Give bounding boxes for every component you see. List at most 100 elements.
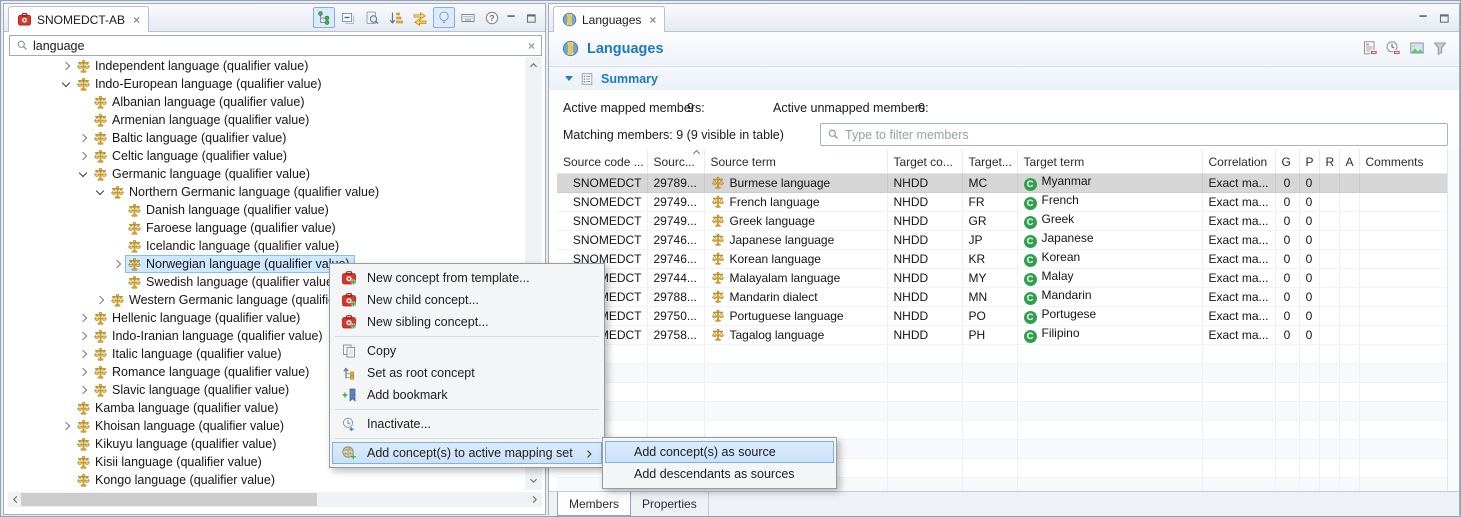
table-row[interactable]: SNOMEDCT 29789... Burmese language NHDD …	[557, 173, 1447, 192]
filter-button[interactable]	[1430, 38, 1450, 58]
table-row[interactable]: SNOMEDCT 29788... Mandarin dialect NHDD …	[557, 287, 1447, 306]
column-header[interactable]: Source code ...	[557, 149, 647, 173]
hierarchy-view-button[interactable]	[313, 7, 335, 28]
scroll-left-icon[interactable]	[10, 494, 21, 505]
close-icon[interactable]: ×	[649, 13, 656, 27]
help-button[interactable]	[481, 7, 503, 28]
expander-icon[interactable]	[76, 95, 91, 110]
column-header[interactable]: Target...	[962, 149, 1017, 173]
expander-icon[interactable]	[110, 221, 125, 236]
expander-icon[interactable]	[76, 329, 91, 344]
column-header[interactable]: Target co...	[887, 149, 962, 173]
column-header[interactable]: Correlation	[1202, 149, 1275, 173]
menu-item[interactable]: Set as root concept	[332, 362, 602, 384]
image-button[interactable]	[1407, 38, 1427, 58]
table-row[interactable]: SNOMEDCT 29749... Greek language NHDD GR…	[557, 211, 1447, 230]
expander-icon[interactable]	[76, 131, 91, 146]
table-row[interactable]: SNOMEDCT 29750... Portuguese language NH…	[557, 306, 1447, 325]
tree-item[interactable]: Baltic language (qualifier value)	[5, 129, 525, 147]
tab-languages[interactable]: Languages ×	[553, 6, 665, 32]
history-remove-button[interactable]	[1383, 38, 1403, 58]
tree-item-label-wrap[interactable]: Danish language (qualifier value)	[125, 201, 334, 219]
tree-item-label-wrap[interactable]: Kamba language (qualifier value)	[74, 399, 283, 417]
tree-item-label-wrap[interactable]: Baltic language (qualifier value)	[91, 129, 291, 147]
keyboard-button[interactable]	[457, 7, 479, 28]
tree-item-label-wrap[interactable]: Norwegian language (qualifier value)	[125, 255, 355, 273]
expander-icon[interactable]	[59, 473, 74, 488]
expander-icon[interactable]	[59, 401, 74, 416]
close-icon[interactable]: ×	[133, 13, 140, 27]
summary-section-header[interactable]: Summary	[549, 66, 1459, 90]
tree-item-label-wrap[interactable]: Indo-Iranian language (qualifier value)	[91, 327, 328, 345]
bottom-tab[interactable]: Members	[557, 492, 631, 516]
submenu-item[interactable]: Add descendants as sources	[605, 463, 834, 485]
column-header[interactable]: Comments	[1359, 149, 1447, 173]
maximize-button[interactable]	[1435, 9, 1453, 27]
expander-icon[interactable]	[110, 203, 125, 218]
column-header[interactable]: R	[1319, 149, 1339, 173]
tree-item[interactable]: Kongo language (qualifier value)	[5, 471, 525, 489]
tree-item-label-wrap[interactable]: Khoisan language (qualifier value)	[74, 417, 289, 435]
expander-icon[interactable]	[110, 239, 125, 254]
tree-item-label-wrap[interactable]: Independent language (qualifier value)	[74, 57, 313, 75]
tree-item[interactable]: Germanic language (qualifier value)	[5, 165, 525, 183]
tree-item-label-wrap[interactable]: Kisii language (qualifier value)	[74, 453, 267, 471]
tree-item-label-wrap[interactable]: Celtic language (qualifier value)	[91, 147, 292, 165]
tree-item-label-wrap[interactable]: Faroese language (qualifier value)	[125, 219, 341, 237]
tree-item[interactable]: Northern Germanic language (qualifier va…	[5, 183, 525, 201]
tree-item-label-wrap[interactable]: Germanic language (qualifier value)	[91, 165, 315, 183]
expander-icon[interactable]	[59, 437, 74, 452]
search-input[interactable]	[33, 39, 524, 53]
tree-item-label-wrap[interactable]: Icelandic language (qualifier value)	[125, 237, 344, 255]
column-header[interactable]: G	[1275, 149, 1299, 173]
tree-item-label-wrap[interactable]: Armenian language (qualifier value)	[91, 111, 314, 129]
tab-snomedct-ab[interactable]: SNOMEDCT-AB ×	[8, 6, 149, 32]
tree-item-label-wrap[interactable]: Italic language (qualifier value)	[91, 345, 287, 363]
tree-item-label-wrap[interactable]: Hellenic language (qualifier value)	[91, 309, 305, 327]
tree-item-label-wrap[interactable]: Romance language (qualifier value)	[91, 363, 314, 381]
table-row[interactable]: SNOMEDCT 29746... Japanese language NHDD…	[557, 230, 1447, 249]
expander-icon[interactable]	[76, 149, 91, 164]
expander-icon[interactable]	[76, 167, 91, 182]
menu-item[interactable]: Add bookmark	[332, 384, 602, 406]
column-header[interactable]: P	[1299, 149, 1319, 173]
menu-item[interactable]: Add concept(s) to active mapping set	[332, 442, 602, 464]
swap-direction-button[interactable]	[409, 7, 431, 28]
collapse-triangle-icon[interactable]	[565, 76, 573, 81]
scroll-up-icon[interactable]	[528, 60, 539, 71]
tree-item[interactable]: Icelandic language (qualifier value)	[5, 237, 525, 255]
tree-item-label-wrap[interactable]: Kikuyu language (qualifier value)	[74, 435, 281, 453]
tree-item[interactable]: Independent language (qualifier value)	[5, 57, 525, 75]
scroll-right-icon[interactable]	[529, 494, 540, 505]
expander-icon[interactable]	[76, 383, 91, 398]
minimize-button[interactable]	[1414, 9, 1432, 27]
sort-button[interactable]	[385, 7, 407, 28]
expander-icon[interactable]	[93, 185, 108, 200]
table-row[interactable]: SNOMEDCT 29744... Malayalam language NHD…	[557, 268, 1447, 287]
tree-item[interactable]: Danish language (qualifier value)	[5, 201, 525, 219]
submenu-item[interactable]: Add concept(s) as source	[605, 441, 834, 463]
expander-icon[interactable]	[93, 293, 108, 308]
scroll-down-icon[interactable]	[528, 475, 539, 486]
expander-icon[interactable]	[76, 113, 91, 128]
column-header[interactable]: Target term	[1017, 149, 1202, 173]
menu-item[interactable]: New child concept...	[332, 289, 602, 311]
expander-icon[interactable]	[59, 455, 74, 470]
lightbulb-button[interactable]	[433, 7, 455, 28]
bottom-tab[interactable]: Properties	[631, 492, 709, 516]
tree-item-label-wrap[interactable]: Kongo language (qualifier value)	[74, 471, 280, 489]
tree-item[interactable]: Language commonly spoken in Europe (qual…	[5, 489, 525, 490]
collapse-all-button[interactable]	[337, 7, 359, 28]
tree-horizontal-scrollbar[interactable]	[8, 492, 542, 507]
column-header[interactable]: A	[1339, 149, 1359, 173]
tree-item-label-wrap[interactable]: Albanian language (qualifier value)	[91, 93, 310, 111]
menu-item[interactable]: Copy	[332, 340, 602, 362]
table-row[interactable]: SNOMEDCT 29758... Tagalog language NHDD …	[557, 325, 1447, 344]
scrollbar-thumb[interactable]	[21, 493, 317, 506]
tree-item[interactable]: Indo-European language (qualifier value)	[5, 75, 525, 93]
expander-icon[interactable]	[59, 419, 74, 434]
tree-item[interactable]: Albanian language (qualifier value)	[5, 93, 525, 111]
table-row[interactable]: SNOMEDCT 29746... Korean language NHDD K…	[557, 249, 1447, 268]
expander-icon[interactable]	[59, 77, 74, 92]
expander-icon[interactable]	[59, 59, 74, 74]
